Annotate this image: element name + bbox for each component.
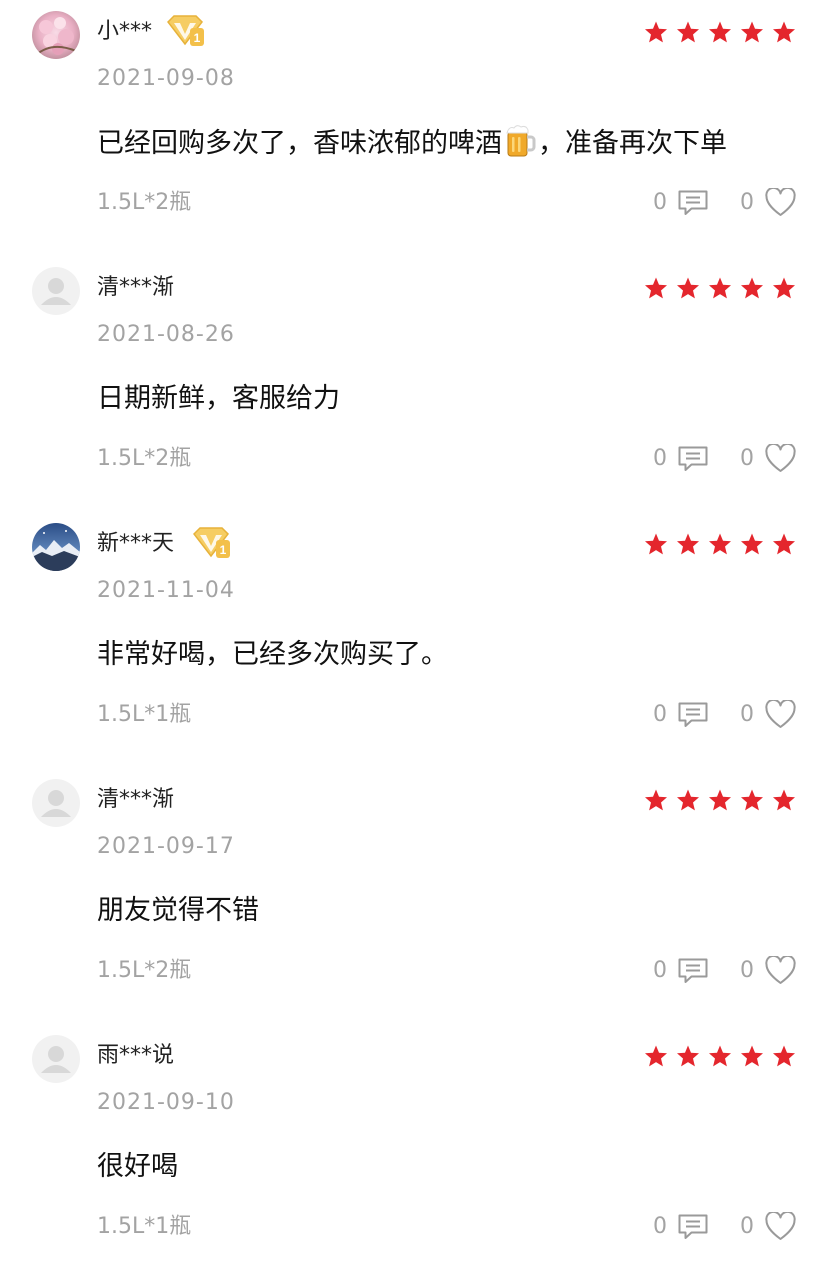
review-content: 朋友觉得不错 [97, 895, 259, 926]
review-content: 已经回购多次了，香味浓郁的啤酒 ，准备再次下单 [97, 124, 727, 163]
comment-icon[interactable] [677, 445, 709, 473]
star-icon [741, 1045, 763, 1067]
star-icon [773, 789, 795, 811]
rating-stars [644, 276, 796, 302]
review-date: 2021-09-10 [97, 1090, 235, 1115]
review-item: 雨***说 2021-09-10 很好喝 1.5L*1瓶 0 0 [0, 1024, 828, 1280]
product-spec: 1.5L*2瓶 [97, 958, 192, 983]
reply-count: 0 [653, 958, 667, 983]
comment-icon[interactable] [677, 189, 709, 217]
heart-outline-icon[interactable] [765, 1212, 796, 1241]
username: 小*** [97, 19, 153, 44]
svg-text:1: 1 [220, 543, 227, 557]
rating-stars [644, 1044, 796, 1070]
star-icon [741, 789, 763, 811]
star-icon [709, 277, 731, 299]
review-date: 2021-11-04 [97, 578, 235, 603]
svg-text:1: 1 [194, 31, 201, 45]
star-icon [773, 533, 795, 555]
star-icon [677, 533, 699, 555]
review-content: 非常好喝，已经多次购买了。 [97, 639, 448, 670]
avatar[interactable] [32, 523, 80, 571]
rating-stars [644, 788, 796, 814]
star-icon [645, 533, 667, 555]
avatar[interactable] [32, 11, 80, 59]
product-spec: 1.5L*1瓶 [97, 702, 192, 727]
heart-outline-icon[interactable] [765, 188, 796, 217]
username: 清***渐 [97, 787, 175, 812]
like-count: 0 [740, 1214, 754, 1239]
review-item: 清***渐 2021-08-26 日期新鲜，客服给力 1.5L*2瓶 0 0 [0, 256, 828, 512]
star-icon [709, 21, 731, 43]
username: 新***天 [97, 531, 175, 556]
avatar[interactable] [32, 1035, 80, 1083]
like-count: 0 [740, 446, 754, 471]
comment-icon[interactable] [677, 957, 709, 985]
product-spec: 1.5L*2瓶 [97, 190, 192, 215]
star-icon [741, 21, 763, 43]
comment-icon[interactable] [677, 1213, 709, 1241]
star-icon [645, 1045, 667, 1067]
comment-icon[interactable] [677, 701, 709, 729]
product-spec: 1.5L*1瓶 [97, 1214, 192, 1239]
review-content: 很好喝 [97, 1151, 178, 1182]
heart-outline-icon[interactable] [765, 444, 796, 473]
review-content-part: ，准备再次下单 [538, 128, 727, 159]
review-item: 新***天 1 2021-11-04 非常好喝，已经多次购买了。 1.5L*1瓶… [0, 512, 828, 768]
star-icon [645, 789, 667, 811]
star-icon [709, 533, 731, 555]
review-date: 2021-09-17 [97, 834, 235, 859]
vip-badge-icon: 1 [167, 15, 204, 46]
star-icon [773, 277, 795, 299]
star-icon [709, 789, 731, 811]
heart-outline-icon[interactable] [765, 956, 796, 985]
rating-stars [644, 20, 796, 46]
reply-count: 0 [653, 190, 667, 215]
star-icon [773, 21, 795, 43]
avatar[interactable] [32, 267, 80, 315]
review-content: 日期新鲜，客服给力 [97, 383, 340, 414]
like-count: 0 [740, 702, 754, 727]
review-date: 2021-09-08 [97, 66, 235, 91]
review-item: 小*** 1 2021-09-08 已经回购多次了，香味浓郁的啤酒 ，准备再次下… [0, 0, 828, 256]
rating-stars [644, 532, 796, 558]
star-icon [741, 533, 763, 555]
reply-count: 0 [653, 702, 667, 727]
reply-count: 0 [653, 446, 667, 471]
star-icon [677, 21, 699, 43]
username: 清***渐 [97, 275, 175, 300]
star-icon [677, 1045, 699, 1067]
like-count: 0 [740, 958, 754, 983]
star-icon [677, 789, 699, 811]
star-icon [709, 1045, 731, 1067]
like-count: 0 [740, 190, 754, 215]
review-item: 清***渐 2021-09-17 朋友觉得不错 1.5L*2瓶 0 0 [0, 768, 828, 1024]
star-icon [773, 1045, 795, 1067]
heart-outline-icon[interactable] [765, 700, 796, 729]
star-icon [677, 277, 699, 299]
product-spec: 1.5L*2瓶 [97, 446, 192, 471]
star-icon [645, 277, 667, 299]
star-icon [645, 21, 667, 43]
star-icon [741, 277, 763, 299]
reply-count: 0 [653, 1214, 667, 1239]
beer-mug-icon [506, 125, 536, 157]
review-date: 2021-08-26 [97, 322, 235, 347]
vip-badge-icon: 1 [193, 527, 230, 558]
username: 雨***说 [97, 1043, 175, 1068]
avatar[interactable] [32, 779, 80, 827]
review-content-part: 已经回购多次了，香味浓郁的啤酒 [97, 128, 502, 159]
